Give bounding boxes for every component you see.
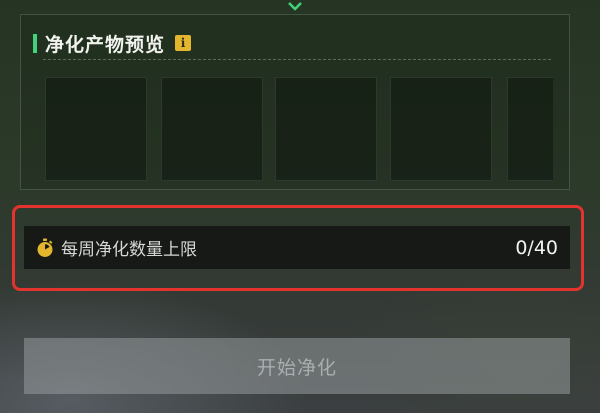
preview-slot[interactable] (161, 77, 263, 181)
chevron-down-icon[interactable] (288, 1, 302, 11)
preview-slots (45, 77, 553, 181)
title-divider (43, 59, 551, 60)
panel-header: 净化产物预览 i (33, 31, 192, 56)
preview-slot[interactable] (507, 77, 553, 181)
weekly-limit-row: 每周净化数量上限 0/40 (24, 226, 570, 269)
preview-slot[interactable] (275, 77, 377, 181)
panel-title: 净化产物预览 (45, 33, 166, 56)
stopwatch-icon (37, 238, 53, 257)
info-icon[interactable]: i (175, 35, 192, 51)
preview-slot[interactable] (390, 77, 492, 181)
preview-slot[interactable] (45, 77, 147, 181)
title-accent-bar (33, 33, 37, 53)
weekly-limit-label: 每周净化数量上限 (61, 240, 197, 260)
start-purify-button[interactable]: 开始净化 (24, 338, 570, 394)
output-preview-panel: 净化产物预览 i (20, 14, 570, 190)
weekly-limit-value: 0/40 (515, 236, 558, 259)
